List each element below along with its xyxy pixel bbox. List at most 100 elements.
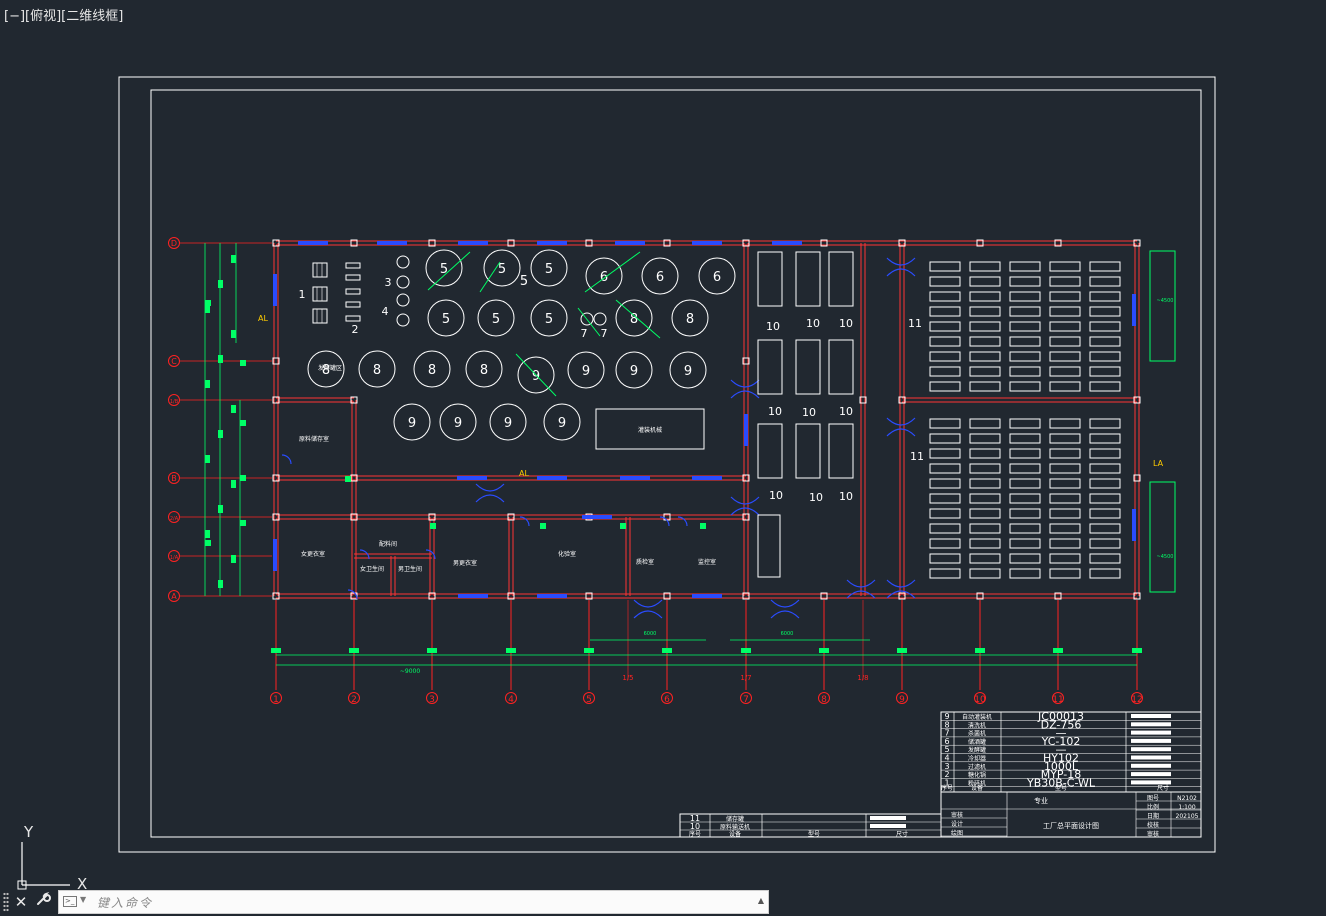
bay-storage bbox=[795, 423, 821, 479]
command-input[interactable] bbox=[95, 892, 749, 914]
storage-cell bbox=[1049, 261, 1081, 272]
bay-label: 10 bbox=[839, 317, 853, 330]
dimension-tick bbox=[1053, 648, 1063, 653]
door-swing bbox=[475, 483, 505, 503]
table-header: 设备 bbox=[971, 784, 983, 792]
storage-cell bbox=[969, 321, 1001, 332]
bay-label: 11 bbox=[910, 450, 924, 463]
dimension-tick bbox=[205, 380, 210, 388]
storage-cell bbox=[1089, 276, 1121, 287]
storage-cell bbox=[1089, 306, 1121, 317]
storage-cell bbox=[1009, 568, 1041, 579]
command-input-container[interactable]: >_ ▼ ▲ bbox=[58, 890, 769, 914]
bay-storage bbox=[757, 339, 783, 395]
dimension-tick bbox=[506, 648, 516, 653]
storage-cell bbox=[1089, 523, 1121, 534]
tank-label: 5 bbox=[498, 262, 506, 277]
command-prompt-icon[interactable]: >_ bbox=[63, 896, 77, 907]
small-tank bbox=[593, 312, 607, 326]
table-redacted-bar bbox=[1131, 755, 1171, 760]
window-mark bbox=[744, 414, 748, 446]
storage-cell bbox=[1009, 463, 1041, 474]
tank-label: 9 bbox=[504, 416, 512, 431]
table-cell: 过滤机 bbox=[968, 763, 986, 771]
door-swing bbox=[659, 516, 670, 527]
close-icon[interactable]: ✕ bbox=[11, 891, 31, 913]
table-cell: 储酒罐 bbox=[968, 738, 986, 746]
storage-cell bbox=[969, 261, 1001, 272]
grid-bubble-label: 6 bbox=[664, 695, 670, 705]
bay-label: 10 bbox=[769, 489, 783, 502]
dimension-tick bbox=[218, 580, 223, 588]
tank-label: 5 bbox=[440, 262, 448, 277]
dimension-tick bbox=[231, 555, 236, 563]
dimension-tick bbox=[205, 540, 211, 546]
room-label: 监控室 bbox=[698, 558, 716, 566]
door-swing bbox=[633, 599, 663, 619]
window-mark bbox=[582, 515, 612, 519]
window-mark bbox=[298, 241, 328, 245]
storage-cell bbox=[1089, 418, 1121, 429]
storage-cell bbox=[929, 306, 961, 317]
bay-label: 11 bbox=[908, 317, 922, 330]
tank-label: 8 bbox=[686, 312, 694, 327]
grid-bubble-label: 1/B bbox=[170, 399, 179, 405]
storage-cell bbox=[1049, 508, 1081, 519]
dimension-tick bbox=[620, 523, 626, 529]
storage-cell bbox=[929, 321, 961, 332]
storage-cell bbox=[969, 418, 1001, 429]
chevron-up-icon[interactable]: ▲ bbox=[758, 896, 764, 905]
bay-storage bbox=[828, 339, 854, 395]
grid-bubble-label: 12 bbox=[1131, 695, 1142, 705]
bay-label: 10 bbox=[806, 317, 820, 330]
storage-cell bbox=[1049, 366, 1081, 377]
window-mark bbox=[273, 539, 277, 571]
grid-bubble-label: 1 bbox=[273, 695, 279, 705]
bay-label: 10 bbox=[839, 405, 853, 418]
grid-bubble-label: 2 bbox=[351, 695, 357, 705]
table-redacted-bar bbox=[870, 816, 906, 820]
storage-cell bbox=[929, 351, 961, 362]
tank-label: 9 bbox=[454, 416, 462, 431]
storage-cell bbox=[969, 478, 1001, 489]
chevron-down-icon[interactable]: ▼ bbox=[80, 895, 86, 904]
room-label: 化验室 bbox=[558, 550, 576, 558]
grid-bubble-label: C bbox=[171, 357, 177, 366]
command-grip-handle[interactable] bbox=[3, 892, 9, 912]
window-mark bbox=[692, 594, 722, 598]
title-left-label: 绘图 bbox=[951, 829, 963, 837]
drawing-canvas[interactable]: 1 2 3 4 5 6 7 8 9 10 11 121/5 1/7 1/8DC1/BB2/A1/AA5 5 5… bbox=[0, 0, 1326, 916]
door-swing bbox=[677, 516, 688, 527]
small-tank bbox=[396, 275, 410, 289]
storage-cell bbox=[929, 523, 961, 534]
equipment-number: 7 bbox=[601, 327, 608, 340]
grid-bubble-label: 1/A bbox=[170, 555, 179, 561]
title-major-label: 专业 bbox=[1034, 796, 1048, 805]
tank-label: 9 bbox=[630, 364, 638, 379]
tank-label: 6 bbox=[656, 270, 664, 285]
window-mark bbox=[273, 274, 277, 306]
tag-label: AL bbox=[519, 469, 529, 478]
window-mark bbox=[1132, 509, 1136, 541]
storage-cell bbox=[969, 568, 1001, 579]
storage-cell bbox=[969, 291, 1001, 302]
small-tank bbox=[396, 313, 410, 327]
table-cell: 自动灌装机 bbox=[962, 713, 992, 721]
title-block bbox=[940, 791, 1202, 838]
bay-label: 10 bbox=[802, 406, 816, 419]
table-cell: 储存罐 bbox=[726, 815, 744, 823]
storage-cell bbox=[929, 508, 961, 519]
bay-label: 10 bbox=[766, 320, 780, 333]
tank-label: 9 bbox=[408, 416, 416, 431]
dimension-tick bbox=[205, 530, 210, 538]
dimension-tick bbox=[897, 648, 907, 653]
wall bbox=[351, 400, 357, 596]
storage-cell bbox=[1009, 538, 1041, 549]
storage-cell bbox=[1009, 508, 1041, 519]
wrench-icon[interactable] bbox=[33, 891, 53, 913]
storage-cell bbox=[1049, 276, 1081, 287]
room-label: 发酵罐区 bbox=[318, 364, 342, 372]
dimension-tick bbox=[240, 420, 246, 426]
bay-storage bbox=[757, 251, 783, 307]
storage-cell bbox=[929, 538, 961, 549]
